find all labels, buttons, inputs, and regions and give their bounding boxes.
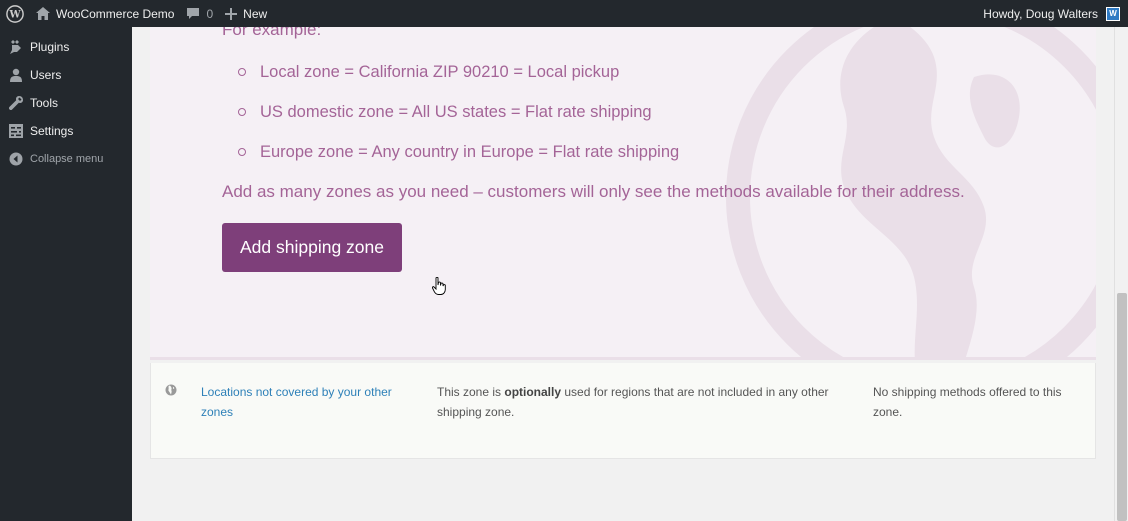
scrollbar-thumb[interactable] xyxy=(1117,293,1127,521)
settings-icon xyxy=(8,123,24,139)
rest-of-world-zone-row: Locations not covered by your other zone… xyxy=(150,363,1096,459)
collapse-label: Collapse menu xyxy=(30,153,104,165)
comments-count: 0 xyxy=(206,6,214,21)
page-scrollbar[interactable] xyxy=(1114,27,1128,521)
example-label: For example: xyxy=(222,27,322,39)
admin-sidebar: Plugins Users Tools Settings Collapse me… xyxy=(0,27,132,521)
plus-icon xyxy=(225,7,238,20)
sidebar-item-label: Tools xyxy=(30,96,59,110)
site-name-link[interactable]: WooCommerce Demo xyxy=(30,0,180,27)
wrench-icon xyxy=(8,95,24,111)
avatar: W xyxy=(1106,6,1120,21)
shipping-zones-blank-state: For example: Local zone = California ZIP… xyxy=(150,27,1096,360)
sidebar-item-tools[interactable]: Tools xyxy=(0,89,132,117)
hand-cursor-icon xyxy=(432,277,446,295)
locations-not-covered-link[interactable]: Locations not covered by your other zone… xyxy=(201,382,401,422)
new-content-link[interactable]: New xyxy=(219,0,273,27)
site-name: WooCommerce Demo xyxy=(56,6,175,21)
home-icon xyxy=(36,7,50,20)
sidebar-item-plugins[interactable]: Plugins xyxy=(0,33,132,61)
zone-methods: No shipping methods offered to this zone… xyxy=(873,385,1062,419)
plugin-icon xyxy=(8,39,24,55)
list-item: Europe zone = Any country in Europe = Fl… xyxy=(238,140,679,180)
list-item: US domestic zone = All US states = Flat … xyxy=(238,100,679,140)
user-icon xyxy=(8,67,24,83)
sidebar-item-label: Settings xyxy=(30,124,74,138)
my-account[interactable]: Howdy, Doug Walters W xyxy=(983,0,1120,27)
new-label: New xyxy=(243,6,268,21)
example-zone-list: Local zone = California ZIP 90210 = Loca… xyxy=(238,60,679,180)
sidebar-item-label: Users xyxy=(30,68,62,82)
sidebar-item-settings[interactable]: Settings xyxy=(0,117,132,145)
collapse-icon xyxy=(8,151,24,167)
comment-icon xyxy=(186,7,200,20)
admin-bar: W WooCommerce Demo 0 New Howdy, Doug Wal… xyxy=(0,0,1128,27)
main-content: For example: Local zone = California ZIP… xyxy=(132,27,1114,521)
howdy-text: Howdy, Doug Walters xyxy=(983,6,1098,21)
globe-small-icon xyxy=(165,384,177,399)
comments-link[interactable]: 0 xyxy=(180,0,219,27)
sidebar-item-label: Plugins xyxy=(30,40,70,54)
add-shipping-zone-button[interactable]: Add shipping zone xyxy=(222,223,402,272)
sidebar-item-users[interactable]: Users xyxy=(0,61,132,89)
zone-description: This zone is optionally used for regions… xyxy=(437,385,829,419)
svg-text:W: W xyxy=(8,9,21,20)
zones-note: Add as many zones as you need – customer… xyxy=(222,182,965,201)
collapse-menu-button[interactable]: Collapse menu xyxy=(0,145,132,173)
list-item: Local zone = California ZIP 90210 = Loca… xyxy=(238,60,679,100)
wordpress-logo-icon[interactable]: W xyxy=(0,0,30,27)
